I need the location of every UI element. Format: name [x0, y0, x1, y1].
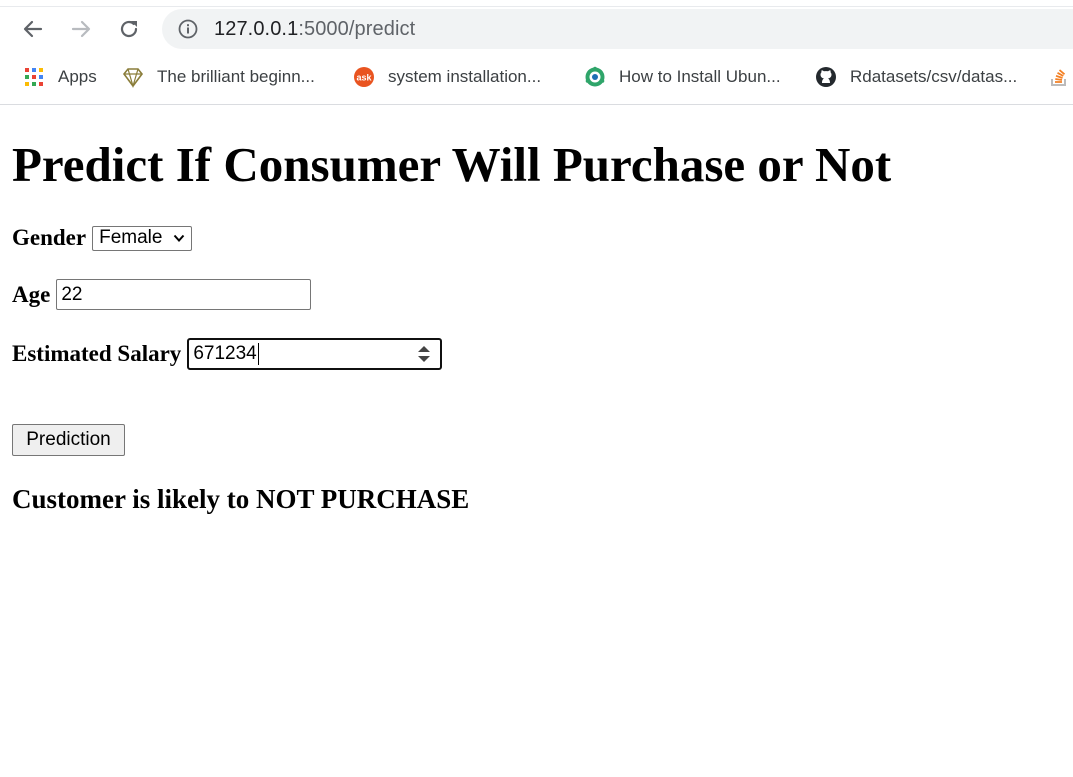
forward-arrow-icon: [71, 20, 91, 38]
browser-chrome: 127.0.0.1:5000/predict Apps The brillian…: [0, 0, 1073, 105]
gender-selected-value: Female: [99, 227, 163, 248]
tab-strip-edge: [0, 0, 1073, 7]
page-title: Predict If Consumer Will Purchase or Not: [12, 137, 892, 192]
salary-input[interactable]: 671234: [187, 338, 443, 370]
bookmark-rdatasets[interactable]: Rdatasets/csv/datas...: [815, 64, 1017, 90]
prediction-button[interactable]: Prediction: [12, 424, 125, 456]
address-bar[interactable]: 127.0.0.1:5000/predict: [162, 9, 1073, 49]
site-info-icon[interactable]: [178, 19, 198, 39]
age-label: Age: [12, 281, 51, 307]
bookmark-label: The brilliant beginn...: [157, 67, 315, 86]
age-row: Age 22: [12, 279, 312, 310]
url-path: :5000/predict: [298, 18, 416, 40]
salary-label: Estimated Salary: [12, 341, 182, 366]
diamond-icon: [122, 68, 144, 88]
back-button[interactable]: [16, 12, 50, 46]
chevron-down-icon: [173, 234, 185, 242]
number-spinner-icon[interactable]: [417, 345, 431, 363]
bookmark-label: system installation...: [388, 67, 542, 86]
gender-label: Gender: [12, 225, 87, 250]
ubuntu-gear-icon: [585, 66, 605, 87]
text-caret: [257, 343, 259, 365]
bookmark-label: Rdatasets/csv/datas...: [850, 67, 1018, 86]
bookmark-label: Apps: [58, 67, 97, 86]
bookmark-apps[interactable]: Apps: [23, 64, 97, 90]
stackoverflow-icon: [1051, 69, 1066, 86]
bookmark-system-installation[interactable]: ask system installation...: [353, 64, 541, 90]
salary-value: 671234: [193, 343, 257, 364]
svg-text:ask: ask: [356, 73, 372, 83]
age-value: 22: [61, 283, 83, 305]
bookmark-label: How to Install Ubun...: [619, 67, 781, 86]
gender-select[interactable]: Female: [92, 225, 193, 251]
gender-row: Gender Female: [12, 225, 193, 251]
salary-row: Estimated Salary 671234: [12, 338, 443, 370]
reload-button[interactable]: [112, 12, 146, 46]
ask-icon: ask: [354, 67, 374, 87]
bookmark-brilliant-beginner[interactable]: The brilliant beginn...: [122, 64, 315, 90]
bookmark-stackoverflow[interactable]: [1048, 64, 1073, 90]
address-url[interactable]: 127.0.0.1:5000/predict: [214, 18, 415, 40]
page-content: Predict If Consumer Will Purchase or Not…: [0, 105, 1073, 777]
github-icon: [816, 67, 836, 87]
age-input[interactable]: 22: [56, 279, 312, 310]
bookmark-install-ubuntu[interactable]: How to Install Ubun...: [584, 64, 781, 90]
prediction-result: Customer is likely to NOT PURCHASE: [12, 484, 470, 514]
bookmarks-bar: Apps The brilliant beginn... ask system …: [0, 58, 1073, 96]
apps-grid-icon: [25, 68, 43, 86]
url-host: 127.0.0.1: [214, 18, 299, 40]
forward-button[interactable]: [64, 12, 98, 46]
back-arrow-icon: [23, 20, 43, 38]
reload-icon: [120, 20, 138, 38]
